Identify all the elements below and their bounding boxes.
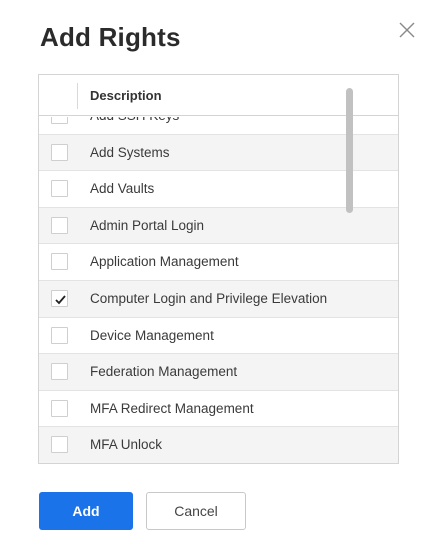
table-row[interactable]: Application Management: [39, 244, 398, 281]
dialog-title: Add Rights: [40, 22, 181, 52]
table-row[interactable]: Admin Portal Login: [39, 207, 398, 245]
row-checkbox[interactable]: [51, 216, 68, 234]
row-label: Application Management: [90, 254, 239, 270]
add-rights-dialog: Add Rights Description Add SSH KeysAdd S…: [0, 0, 430, 555]
row-checkbox[interactable]: [51, 399, 68, 417]
row-checkbox[interactable]: [51, 253, 68, 271]
row-checkbox[interactable]: [51, 289, 68, 307]
row-checkbox[interactable]: [51, 180, 68, 198]
table-row[interactable]: Federation Management: [39, 354, 398, 391]
add-button[interactable]: Add: [39, 492, 133, 530]
table-row[interactable]: MFA Redirect Management: [39, 390, 398, 428]
row-checkbox[interactable]: [51, 363, 68, 381]
scrollbar-track[interactable]: [384, 117, 398, 463]
column-header-description[interactable]: Description: [90, 88, 162, 103]
table-row[interactable]: Add Vaults: [39, 171, 398, 208]
checkmark-icon: [55, 295, 66, 305]
close-icon: [399, 22, 415, 38]
grid-header: Description: [39, 75, 398, 116]
row-label: Computer Login and Privilege Elevation: [90, 290, 328, 306]
row-label: Add Systems: [90, 144, 170, 160]
table-row[interactable]: MFA Unlock: [39, 427, 398, 463]
row-label: Federation Management: [90, 364, 238, 380]
row-checkbox[interactable]: [51, 436, 68, 454]
row-label: Admin Portal Login: [90, 217, 205, 233]
row-checkbox[interactable]: [51, 326, 68, 344]
row-label: Device Management: [90, 327, 214, 343]
close-button[interactable]: [393, 16, 421, 44]
grid-body[interactable]: Add SSH Keys Add Systems Add Vaults Admin P…: [39, 117, 398, 463]
row-label: MFA Unlock: [90, 437, 163, 453]
row-label: Add Vaults: [90, 181, 155, 197]
row-checkbox[interactable]: [51, 117, 68, 124]
row-label: Add SSH Keys: [90, 117, 179, 123]
row-label: MFA Redirect Management: [90, 400, 254, 416]
column-separator: [77, 83, 78, 109]
row-checkbox[interactable]: [51, 143, 68, 161]
table-row[interactable]: Add Systems: [39, 134, 398, 172]
rights-grid: Description Add SSH Keys Add Systems Add V…: [38, 74, 399, 464]
table-row[interactable]: Device Management: [39, 317, 398, 355]
scrollbar-thumb[interactable]: [346, 88, 353, 213]
rows-container: Add SSH Keys Add Systems Add Vaults Admin P…: [39, 117, 398, 463]
table-row[interactable]: Add SSH Keys: [39, 117, 398, 135]
cancel-button[interactable]: Cancel: [146, 492, 246, 530]
table-row[interactable]: Computer Login and Privilege Elevation: [39, 280, 398, 318]
